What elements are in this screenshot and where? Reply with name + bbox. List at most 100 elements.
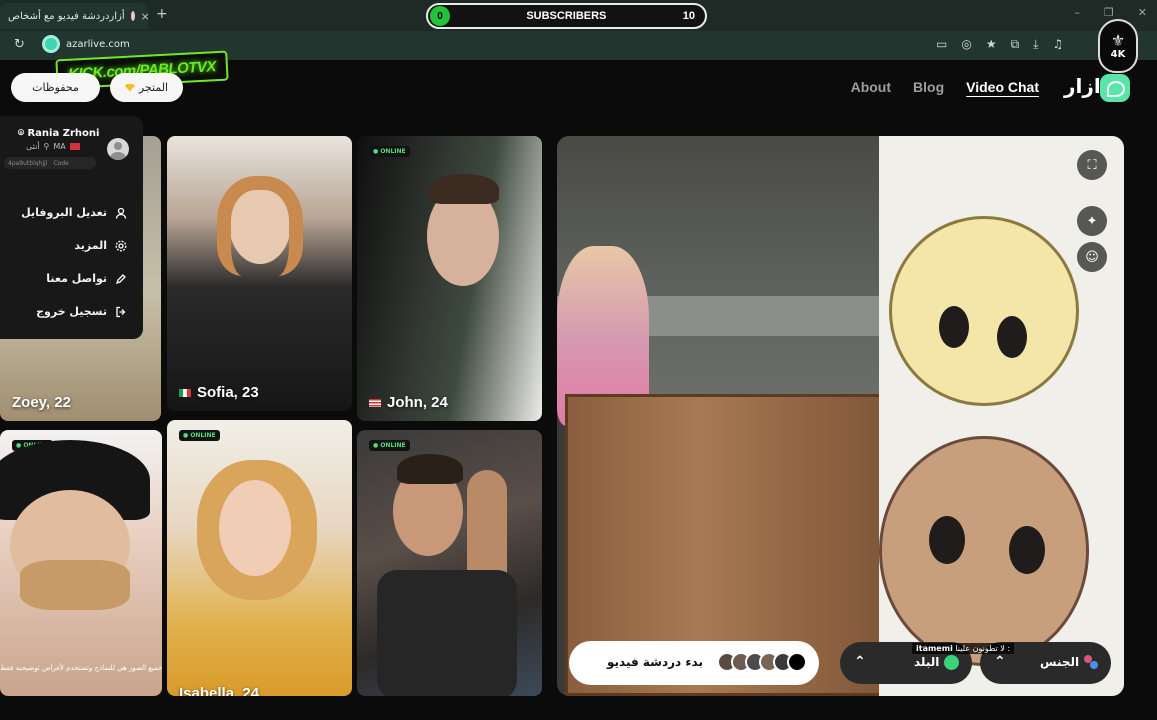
- emoji-icon[interactable]: ☺: [1077, 242, 1107, 272]
- browser-tab[interactable]: أزاردردشة فيديو مع أشخاص ×: [0, 3, 148, 29]
- profile-menu: ⌾ Rania Zrhoni أنثى ⚲ MA 4pa9utblqhjjl C…: [0, 116, 143, 339]
- minimize-button[interactable]: –: [1074, 6, 1080, 19]
- menu-item-edit-profile[interactable]: تعديل البروفايل: [21, 206, 127, 219]
- logo-text: 4K: [1110, 48, 1126, 60]
- online-badge: ● ONLINE: [369, 146, 410, 157]
- user-icon: [115, 207, 127, 219]
- recording-icon: [130, 11, 135, 21]
- card-name-text: John, 24: [387, 394, 448, 411]
- star-icon[interactable]: ★: [986, 37, 997, 52]
- brand-name[interactable]: ازار: [1064, 74, 1101, 98]
- profile-name-text: Rania Zrhoni: [27, 128, 100, 139]
- caption-user: itamemi: [916, 644, 953, 653]
- chipmunk-eye-image: [939, 306, 969, 348]
- nav-about[interactable]: About: [851, 79, 891, 95]
- start-video-chat-label: بدء دردشة فيديو: [607, 655, 703, 669]
- profile-country: MA: [53, 142, 66, 151]
- profile-card[interactable]: ● ONLINE: [357, 430, 542, 696]
- profile-code-value: 4pa9utblqhjjl: [8, 159, 48, 167]
- store-button[interactable]: المتجر: [110, 73, 183, 102]
- chipmunk-eye-image: [929, 516, 965, 564]
- online-badge: ● ONLINE: [369, 440, 410, 451]
- start-video-chat-button[interactable]: بدء دردشة فيديو: [569, 641, 819, 685]
- saved-label: محفوظات: [32, 81, 79, 94]
- chevron-up-icon: ⌃: [994, 654, 1006, 670]
- caption-text: لا تطونون علينا :: [955, 644, 1011, 653]
- menu-item-label: تسجيل خروج: [36, 305, 107, 318]
- online-badge: ● ONLINE: [179, 430, 220, 441]
- country-filter-label: البلد: [914, 655, 940, 669]
- reload-icon[interactable]: ↻: [14, 37, 25, 52]
- chipmunk-eye-image: [1009, 526, 1045, 574]
- menu-item-label: المزيد: [74, 239, 107, 252]
- menu-item-logout[interactable]: تسجيل خروج: [36, 305, 127, 318]
- profile-code[interactable]: 4pa9utblqhjjl Code: [4, 157, 96, 169]
- pin-icon: ⚲: [43, 142, 50, 151]
- close-window-button[interactable]: ✕: [1138, 6, 1147, 19]
- site-info-icon[interactable]: [42, 35, 60, 53]
- card-name-text: Sofia, 23: [197, 384, 259, 401]
- chipmunk-head-image: [889, 216, 1079, 406]
- subscribers-goal: 10: [682, 10, 695, 22]
- gender-filter-label: الجنس: [1040, 655, 1080, 669]
- nav-video-chat[interactable]: Video Chat: [966, 79, 1039, 95]
- logout-icon: [115, 306, 127, 318]
- online-badge-label: ONLINE: [190, 432, 216, 439]
- profile-card[interactable]: Sofia, 23: [167, 136, 352, 411]
- download-icon[interactable]: ⤓: [1033, 37, 1038, 52]
- disclaimer-text: جميع الصور هي للنماذج وتستخدم لأغراض توض…: [0, 664, 162, 672]
- food-image: [20, 560, 130, 610]
- menu-item-contact[interactable]: تواصل معنا: [46, 272, 127, 285]
- avatar[interactable]: [107, 138, 129, 160]
- profile-card[interactable]: ● ONLINE John, 24: [357, 136, 542, 421]
- subscribers-current: 0: [430, 6, 450, 26]
- wings-icon: ⚜: [1110, 30, 1126, 50]
- saved-button[interactable]: محفوظات: [11, 73, 100, 102]
- maximize-button[interactable]: ❐: [1104, 6, 1114, 19]
- cast-icon[interactable]: ▭: [936, 37, 947, 52]
- fullscreen-icon[interactable]: ⛶: [1077, 150, 1107, 180]
- pencil-icon: [115, 273, 127, 285]
- window-controls: – ❐ ✕: [1074, 6, 1147, 19]
- new-tab-button[interactable]: +: [156, 6, 168, 22]
- us-flag-icon: [369, 398, 381, 407]
- avatar-stack: [717, 652, 807, 672]
- url-text[interactable]: azarlive.com: [66, 39, 130, 50]
- morocco-flag-icon: [69, 143, 80, 150]
- tab-close-icon[interactable]: ×: [141, 10, 148, 23]
- brand-logo-icon[interactable]: [1100, 74, 1130, 102]
- card-name: Isabella, 24: [179, 685, 260, 696]
- online-badge-label: ONLINE: [380, 148, 406, 155]
- globe-icon: [944, 655, 959, 670]
- stream-chat-caption: itamemi لا تطونون علينا :: [912, 643, 1015, 654]
- menu-item-more[interactable]: المزيد: [74, 239, 127, 252]
- subscribers-counter: 0 SUBSCRIBERS 10: [426, 3, 707, 29]
- hair-image: [429, 174, 499, 204]
- chevron-up-icon: ⌃: [854, 654, 866, 670]
- card-name: John, 24: [369, 394, 448, 411]
- shirt-image: [377, 570, 517, 696]
- subscribers-label: SUBSCRIBERS: [526, 10, 607, 22]
- menu-item-label: تواصل معنا: [46, 272, 107, 285]
- main-nav: About Blog Video Chat: [851, 79, 1039, 95]
- hair-image: [397, 454, 463, 484]
- nav-blog[interactable]: Blog: [913, 79, 944, 95]
- chipmunk-head-image: [879, 436, 1089, 666]
- eye-off-icon[interactable]: ◎: [961, 37, 971, 52]
- shield-icon: ⌾: [18, 128, 24, 139]
- tab-title: أزاردردشة فيديو مع أشخاص: [8, 10, 125, 22]
- store-label: المتجر: [138, 81, 169, 94]
- card-name: Sofia, 23: [179, 384, 259, 401]
- toolbar-icons: ▭ ◎ ★ ⧉ ⤓ ♫: [936, 37, 1063, 52]
- media-icon[interactable]: ♫: [1052, 37, 1063, 52]
- profile-code-label: Code: [53, 159, 69, 167]
- online-badge-label: ONLINE: [380, 442, 406, 449]
- profile-card[interactable]: ● ONLINE Isabella, 24: [167, 420, 352, 696]
- diamond-icon: [124, 83, 135, 92]
- profile-card[interactable]: ● ONLINE جميع الصور هي للنماذج وتستخدم ل…: [0, 430, 162, 696]
- video-camera-icon: [787, 652, 807, 672]
- profile-meta: أنثى ⚲ MA: [26, 142, 80, 151]
- magic-wand-icon[interactable]: ✦: [1077, 206, 1107, 236]
- italy-flag-icon: [179, 388, 191, 397]
- extension-icon[interactable]: ⧉: [1011, 37, 1020, 52]
